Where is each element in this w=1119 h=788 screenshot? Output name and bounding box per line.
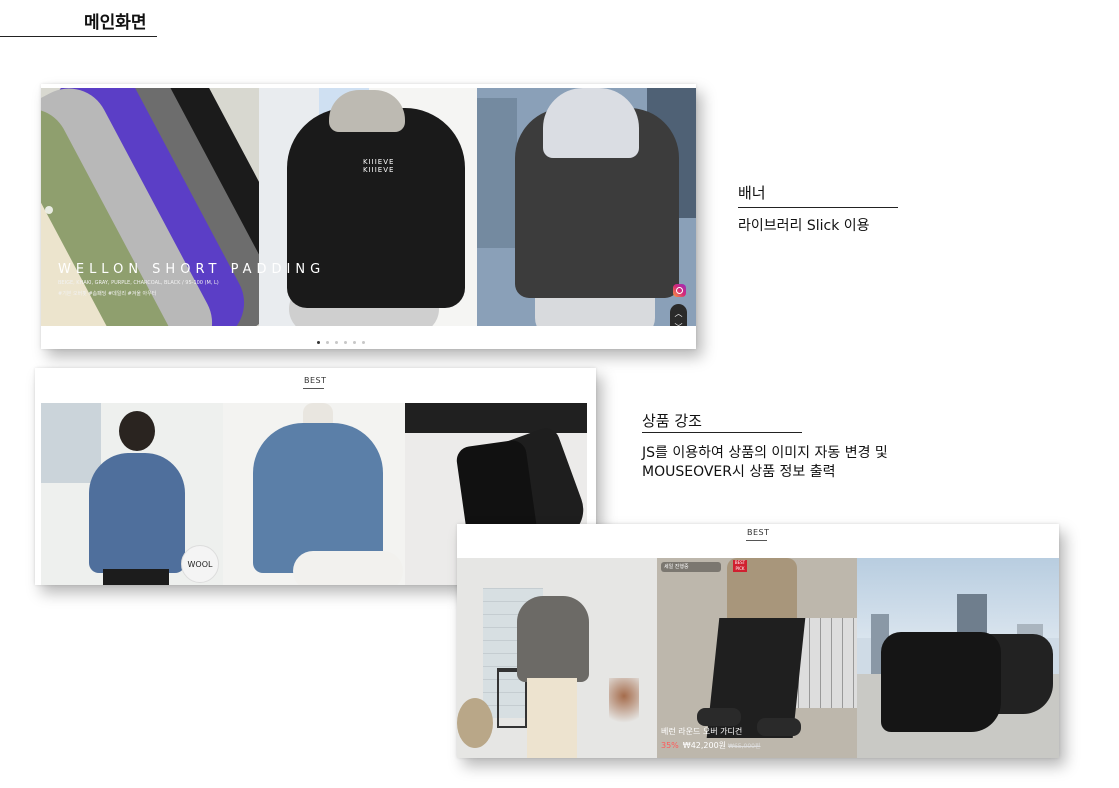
wool-badge: WOOL bbox=[181, 545, 219, 583]
window bbox=[41, 403, 101, 483]
pants bbox=[103, 569, 169, 585]
banner-slide-model-black[interactable]: KIIIEVE KIIIEVE bbox=[259, 88, 477, 326]
banner-slider-screenshot: KIIIEVE KIIIEVE ︿ ﹀ WELLON SHORT PADDING… bbox=[41, 84, 696, 349]
best-products-hover-screenshot: BEST 세일 진행중 BEST PICK 베런 라운드 오버 가디건 35% ₩… bbox=[457, 524, 1059, 758]
discount-rate: 35% bbox=[661, 741, 679, 750]
hood bbox=[329, 90, 405, 132]
original-price: ₩65,000원 bbox=[728, 743, 761, 750]
sneaker bbox=[757, 718, 801, 736]
hood bbox=[543, 88, 639, 158]
banner-hashtags: #기본 오버핏 #솜패딩 #데일리 #겨울 아우터 bbox=[58, 291, 157, 297]
banner-spec-text: BEIGE, KHAKI, GRAY, PURPLE, CHARCOAL, BL… bbox=[58, 280, 219, 286]
dried-plant bbox=[609, 678, 639, 738]
chevron-up-icon[interactable]: ︿ bbox=[670, 307, 687, 321]
slider-dot[interactable] bbox=[344, 341, 347, 344]
annotation-banner-underline bbox=[738, 207, 898, 208]
product-name: 베런 라운드 오버 가디건 bbox=[661, 727, 743, 736]
product-card-blue-cardigan[interactable] bbox=[223, 403, 405, 585]
slider-dot[interactable] bbox=[317, 341, 320, 344]
best-section-label: BEST bbox=[747, 528, 770, 537]
best-pick-badge: BEST PICK bbox=[733, 560, 747, 572]
slider-dot[interactable] bbox=[353, 341, 356, 344]
banner-slide-model-charcoal[interactable]: ︿ ﹀ bbox=[477, 88, 696, 326]
pants bbox=[293, 551, 403, 585]
best-label-underline bbox=[746, 540, 767, 541]
title-underline bbox=[0, 36, 157, 37]
slider-dot[interactable] bbox=[335, 341, 338, 344]
product-price-row: 35% ₩42,200원 ₩65,000원 bbox=[661, 740, 761, 751]
model-head bbox=[119, 411, 155, 451]
dark-wall bbox=[405, 403, 587, 433]
black-padding-jacket bbox=[287, 108, 465, 308]
banner-headline: WELLON SHORT PADDING bbox=[58, 262, 326, 277]
annotation-highlight-title: 상품 강조 bbox=[642, 412, 702, 430]
product-card-cardigan-hover[interactable]: 세일 진행중 BEST PICK 베런 라운드 오버 가디건 35% ₩42,20… bbox=[657, 558, 857, 758]
annotation-banner-title: 배너 bbox=[738, 184, 766, 202]
sale-tag: 세일 진행중 bbox=[661, 562, 721, 572]
slider-dot[interactable] bbox=[362, 341, 365, 344]
product-card-chelsea-boots-rooftop[interactable] bbox=[857, 558, 1059, 758]
blue-sweater bbox=[89, 453, 185, 573]
pot bbox=[457, 698, 493, 748]
grey-sweater bbox=[517, 596, 589, 682]
prev-arrow-icon[interactable] bbox=[45, 206, 53, 214]
instagram-icon[interactable] bbox=[673, 284, 686, 297]
annotation-highlight-underline bbox=[642, 432, 802, 433]
best-label-underline bbox=[303, 388, 324, 389]
pants bbox=[527, 678, 577, 758]
page-title: 메인화면 bbox=[84, 13, 147, 33]
building bbox=[477, 98, 517, 248]
annotation-highlight-desc-1: JS를 이용하여 상품의 이미지 자동 변경 및 bbox=[642, 445, 888, 461]
product-card-wool-sweater[interactable]: WOOL bbox=[41, 403, 223, 585]
sneaker bbox=[697, 708, 741, 726]
chevron-down-icon[interactable]: ﹀ bbox=[670, 321, 687, 326]
annotation-highlight-desc-2: MOUSEOVER시 상품 정보 출력 bbox=[642, 464, 836, 480]
sale-price: ₩42,200원 bbox=[682, 741, 727, 750]
product-card-grey-sweater[interactable] bbox=[457, 558, 657, 758]
slider-dots bbox=[41, 332, 641, 349]
chelsea-boot bbox=[881, 632, 1001, 732]
annotation-banner-desc: 라이브러리 Slick 이용 bbox=[738, 218, 870, 234]
scroll-top-bottom-control[interactable]: ︿ ﹀ bbox=[670, 304, 687, 326]
jacket-logo: KIIIEVE KIIIEVE bbox=[363, 158, 395, 174]
best-section-label: BEST bbox=[304, 376, 327, 385]
slider-dot[interactable] bbox=[326, 341, 329, 344]
